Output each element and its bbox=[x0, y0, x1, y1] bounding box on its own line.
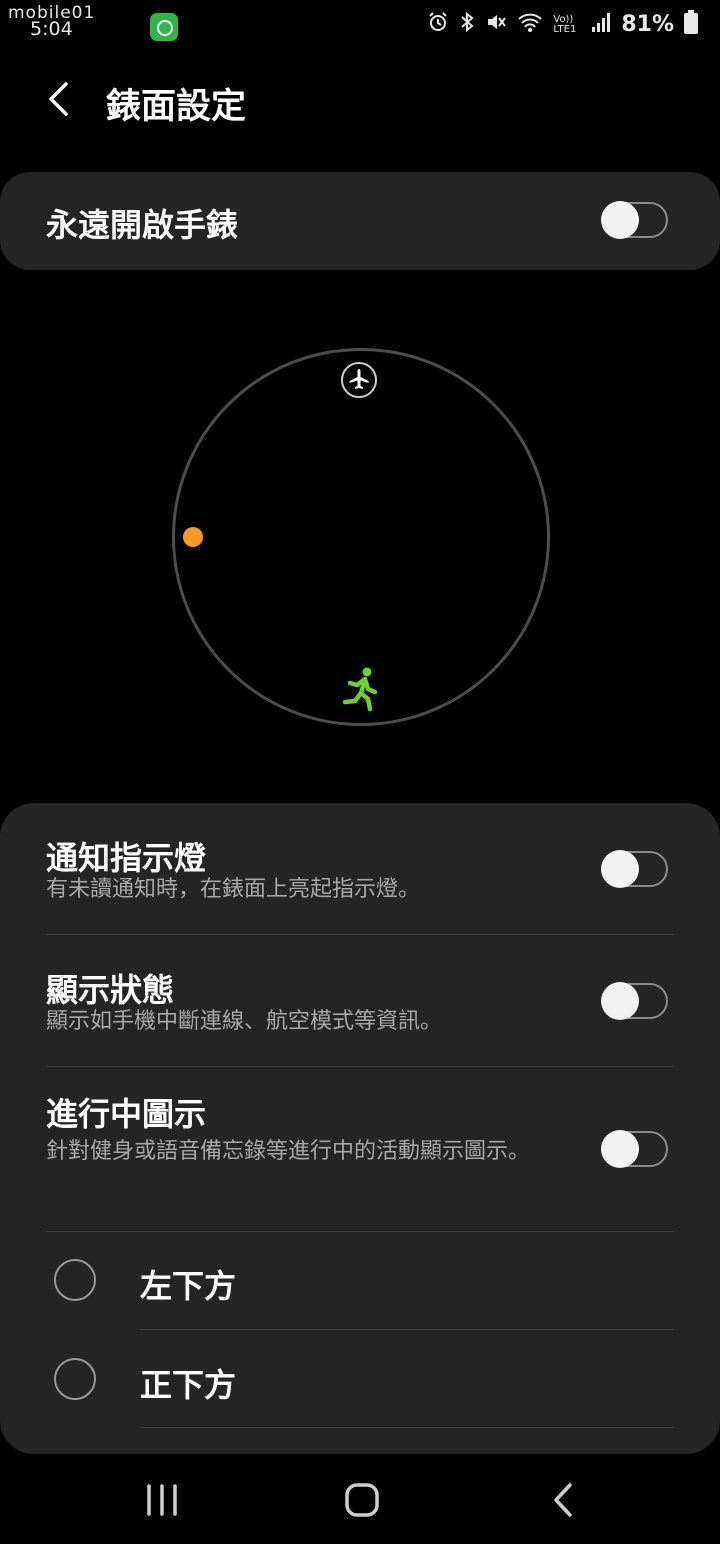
indicator-settings-card: 通知指示燈 有未讀通知時，在錶面上亮起指示燈。 顯示狀態 顯示如手機中斷連線、航… bbox=[0, 803, 720, 1454]
divider bbox=[46, 1066, 674, 1067]
toggle-knob bbox=[601, 1130, 639, 1168]
signal-icon bbox=[591, 11, 611, 38]
status-time: 5:04 bbox=[30, 18, 73, 40]
home-icon bbox=[345, 1483, 379, 1517]
divider bbox=[140, 1329, 674, 1330]
status-bar: mobile01 5:04 Vo)) LTE1 81% bbox=[0, 0, 720, 56]
wifi-icon bbox=[517, 11, 543, 38]
toggle-knob bbox=[601, 982, 639, 1020]
toggle-knob bbox=[601, 850, 639, 888]
bluetooth-icon bbox=[459, 11, 475, 38]
watch-face-preview bbox=[172, 348, 550, 726]
airplane-icon bbox=[341, 362, 377, 398]
show-status-toggle[interactable] bbox=[601, 982, 668, 1020]
battery-icon bbox=[684, 10, 698, 39]
always-on-label: 永遠開啟手錶 bbox=[46, 206, 239, 244]
ongoing-icon-toggle[interactable] bbox=[601, 1130, 668, 1168]
volte-icon: Vo)) LTE1 bbox=[553, 13, 577, 35]
always-on-toggle[interactable] bbox=[601, 201, 668, 239]
toggle-knob bbox=[601, 201, 639, 239]
system-back-button[interactable] bbox=[542, 1474, 586, 1526]
divider bbox=[140, 1427, 674, 1428]
notification-indicator-subtitle: 有未讀通知時，在錶面上亮起指示燈。 bbox=[46, 877, 421, 902]
camera-app-icon bbox=[150, 13, 178, 41]
recents-icon bbox=[147, 1484, 177, 1516]
alarm-icon bbox=[427, 11, 449, 38]
radio-bottom-left[interactable] bbox=[54, 1259, 96, 1301]
navigation-bar bbox=[0, 1454, 720, 1544]
recents-button[interactable] bbox=[140, 1474, 184, 1526]
notification-indicator-dot bbox=[183, 527, 203, 547]
option-bottom-center-label: 正下方 bbox=[140, 1366, 237, 1404]
back-icon bbox=[554, 1483, 572, 1517]
always-on-row[interactable]: 永遠開啟手錶 bbox=[0, 172, 720, 270]
home-button[interactable] bbox=[340, 1474, 384, 1526]
notification-indicator-toggle[interactable] bbox=[601, 850, 668, 888]
brand-logo: mobile01 5:04 bbox=[8, 4, 95, 39]
page-title: 錶面設定 bbox=[106, 87, 247, 127]
ongoing-icon-title: 進行中圖示 bbox=[46, 1095, 207, 1133]
app-header: 錶面設定 bbox=[0, 68, 720, 130]
running-icon bbox=[340, 666, 384, 712]
divider bbox=[46, 1231, 674, 1232]
ongoing-icon-subtitle: 針對健身或語音備忘錄等進行中的活動顯示圖示。 bbox=[46, 1139, 531, 1164]
chevron-left-icon bbox=[49, 82, 68, 116]
back-button[interactable] bbox=[40, 76, 80, 122]
radio-bottom-center[interactable] bbox=[54, 1358, 96, 1400]
show-status-subtitle: 顯示如手機中斷連線、航空模式等資訊。 bbox=[46, 1009, 443, 1034]
divider bbox=[46, 934, 674, 935]
option-bottom-left-label: 左下方 bbox=[140, 1267, 237, 1305]
status-icons: Vo)) LTE1 81% bbox=[427, 10, 698, 39]
battery-percent: 81% bbox=[621, 12, 674, 37]
mute-icon bbox=[485, 11, 507, 38]
